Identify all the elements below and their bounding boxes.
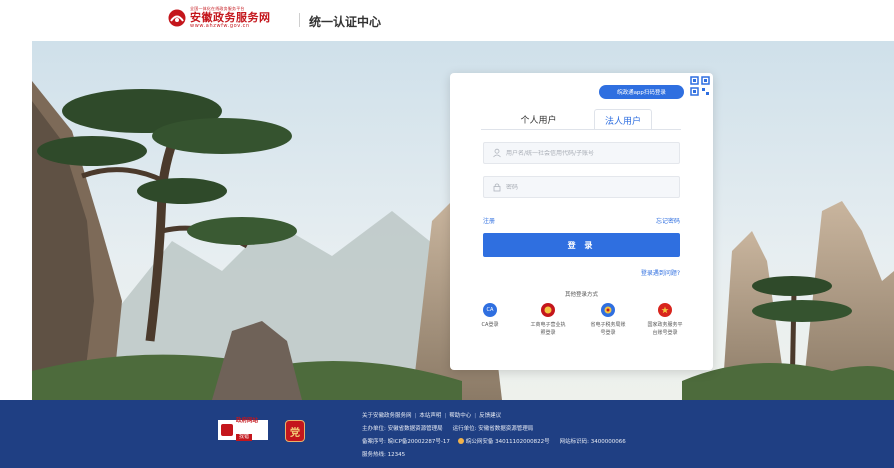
national-platform-login-option[interactable]: 国家政务服务平台账号登录 <box>647 303 683 337</box>
site-code-text: 网站标识码: 3400000066 <box>559 439 626 445</box>
top-header: 全国一体化在线政务服务平台 安徽政务服务网 www.ahzwfw.gov.cn … <box>0 0 894 41</box>
page-title: 统一认证中心 <box>309 15 382 29</box>
username-field[interactable] <box>483 142 680 164</box>
logo-url: www.ahzwfw.gov.cn <box>190 23 250 29</box>
link-separator: | <box>444 413 447 419</box>
sponsor-text: 主办单位: 安徽省数据资源管理局 <box>362 426 443 432</box>
user-icon <box>493 148 501 158</box>
police-badge-icon <box>457 438 464 444</box>
badge-subtitle: 找错 <box>236 433 253 441</box>
tax-bureau-login-label: 省电子税务局账号登录 <box>590 322 626 336</box>
business-license-login-label: 工商电子营业执照登录 <box>530 322 566 336</box>
user-type-tabs: 个人用户 法人用户 <box>481 109 681 130</box>
national-emblem-icon <box>658 303 672 317</box>
password-field[interactable] <box>483 176 680 198</box>
business-license-login-option[interactable]: 工商电子营业执照登录 <box>530 303 566 337</box>
footer-link-statement[interactable]: 本站声明 <box>419 413 441 419</box>
qr-code-icon[interactable] <box>690 76 710 96</box>
gov-site-error-report-badge[interactable]: 政府网站 找错 <box>218 418 268 441</box>
logo-emblem-icon <box>168 9 186 27</box>
operator-text: 运行单位: 安徽省数据资源管理局 <box>452 426 534 432</box>
other-login-title: 其他登录方式 <box>564 292 598 298</box>
register-link[interactable]: 注册 <box>483 216 495 225</box>
police-record-text[interactable]: 皖公网安备 34011102000822号 <box>466 439 550 445</box>
header-divider <box>299 13 300 27</box>
login-problem-link[interactable]: 登录遇到问题? <box>641 268 680 277</box>
icp-text[interactable]: 备案序号: 皖ICP备20002287号-17 <box>362 439 450 445</box>
ca-login-option[interactable]: CA CA登录 <box>472 303 508 329</box>
login-card: 皖政通app扫码登录 个人用户 法人用户 注册 忘记密码 登 录 登录遇到问题?… <box>450 73 713 370</box>
password-input[interactable] <box>506 183 676 191</box>
badge-title: 政府网站 <box>236 418 259 425</box>
national-platform-login-label: 国家政务服务平台账号登录 <box>647 322 683 336</box>
app-scan-login-button[interactable]: 皖政通app扫码登录 <box>599 85 684 99</box>
party-badge-glyph: 党 <box>290 427 300 439</box>
ca-icon: CA <box>483 303 497 317</box>
hotline-text: 服务热线: 12345 <box>362 452 406 458</box>
forgot-password-link[interactable]: 忘记密码 <box>656 216 680 225</box>
site-logo[interactable]: 全国一体化在线政务服务平台 安徽政务服务网 www.ahzwfw.gov.cn <box>168 7 271 29</box>
footer-info: 关于安徽政务服务网 | 本站声明 | 帮助中心 | 反馈建议 主办单位: 安徽省数据资源管理… <box>362 410 626 462</box>
footer-link-feedback[interactable]: 反馈建议 <box>479 413 501 419</box>
ca-login-label: CA登录 <box>481 322 499 328</box>
footer-registration: 备案序号: 皖ICP备20002287号-17 皖公网安备 34011102000… <box>362 436 626 449</box>
party-badge-icon[interactable]: 党 <box>285 420 305 442</box>
tab-personal-user[interactable]: 个人用户 <box>511 109 566 129</box>
site-footer: 政府网站 找错 党 关于安徽政务服务网 | 本站声明 | 帮助中心 | 反馈建议 主办单位:… <box>0 400 894 468</box>
lock-icon <box>493 183 501 192</box>
login-button[interactable]: 登 录 <box>483 233 680 257</box>
footer-units: 主办单位: 安徽省数据资源管理局 运行单位: 安徽省数据资源管理局 <box>362 423 626 436</box>
gov-site-badge-icon <box>221 424 233 436</box>
footer-link-about[interactable]: 关于安徽政务服务网 <box>362 413 412 419</box>
tab-legal-user[interactable]: 法人用户 <box>594 109 652 130</box>
logo-title: 安徽政务服务网 <box>190 11 271 24</box>
business-license-icon <box>541 303 555 317</box>
tax-bureau-login-option[interactable]: 省电子税务局账号登录 <box>590 303 626 337</box>
username-input[interactable] <box>506 149 676 157</box>
link-separator: | <box>414 413 417 419</box>
footer-link-help[interactable]: 帮助中心 <box>449 413 471 419</box>
tax-bureau-icon <box>601 303 615 317</box>
link-separator: | <box>474 413 477 419</box>
tabs-underline <box>481 129 681 130</box>
footer-links: 关于安徽政务服务网 | 本站声明 | 帮助中心 | 反馈建议 <box>362 410 626 423</box>
